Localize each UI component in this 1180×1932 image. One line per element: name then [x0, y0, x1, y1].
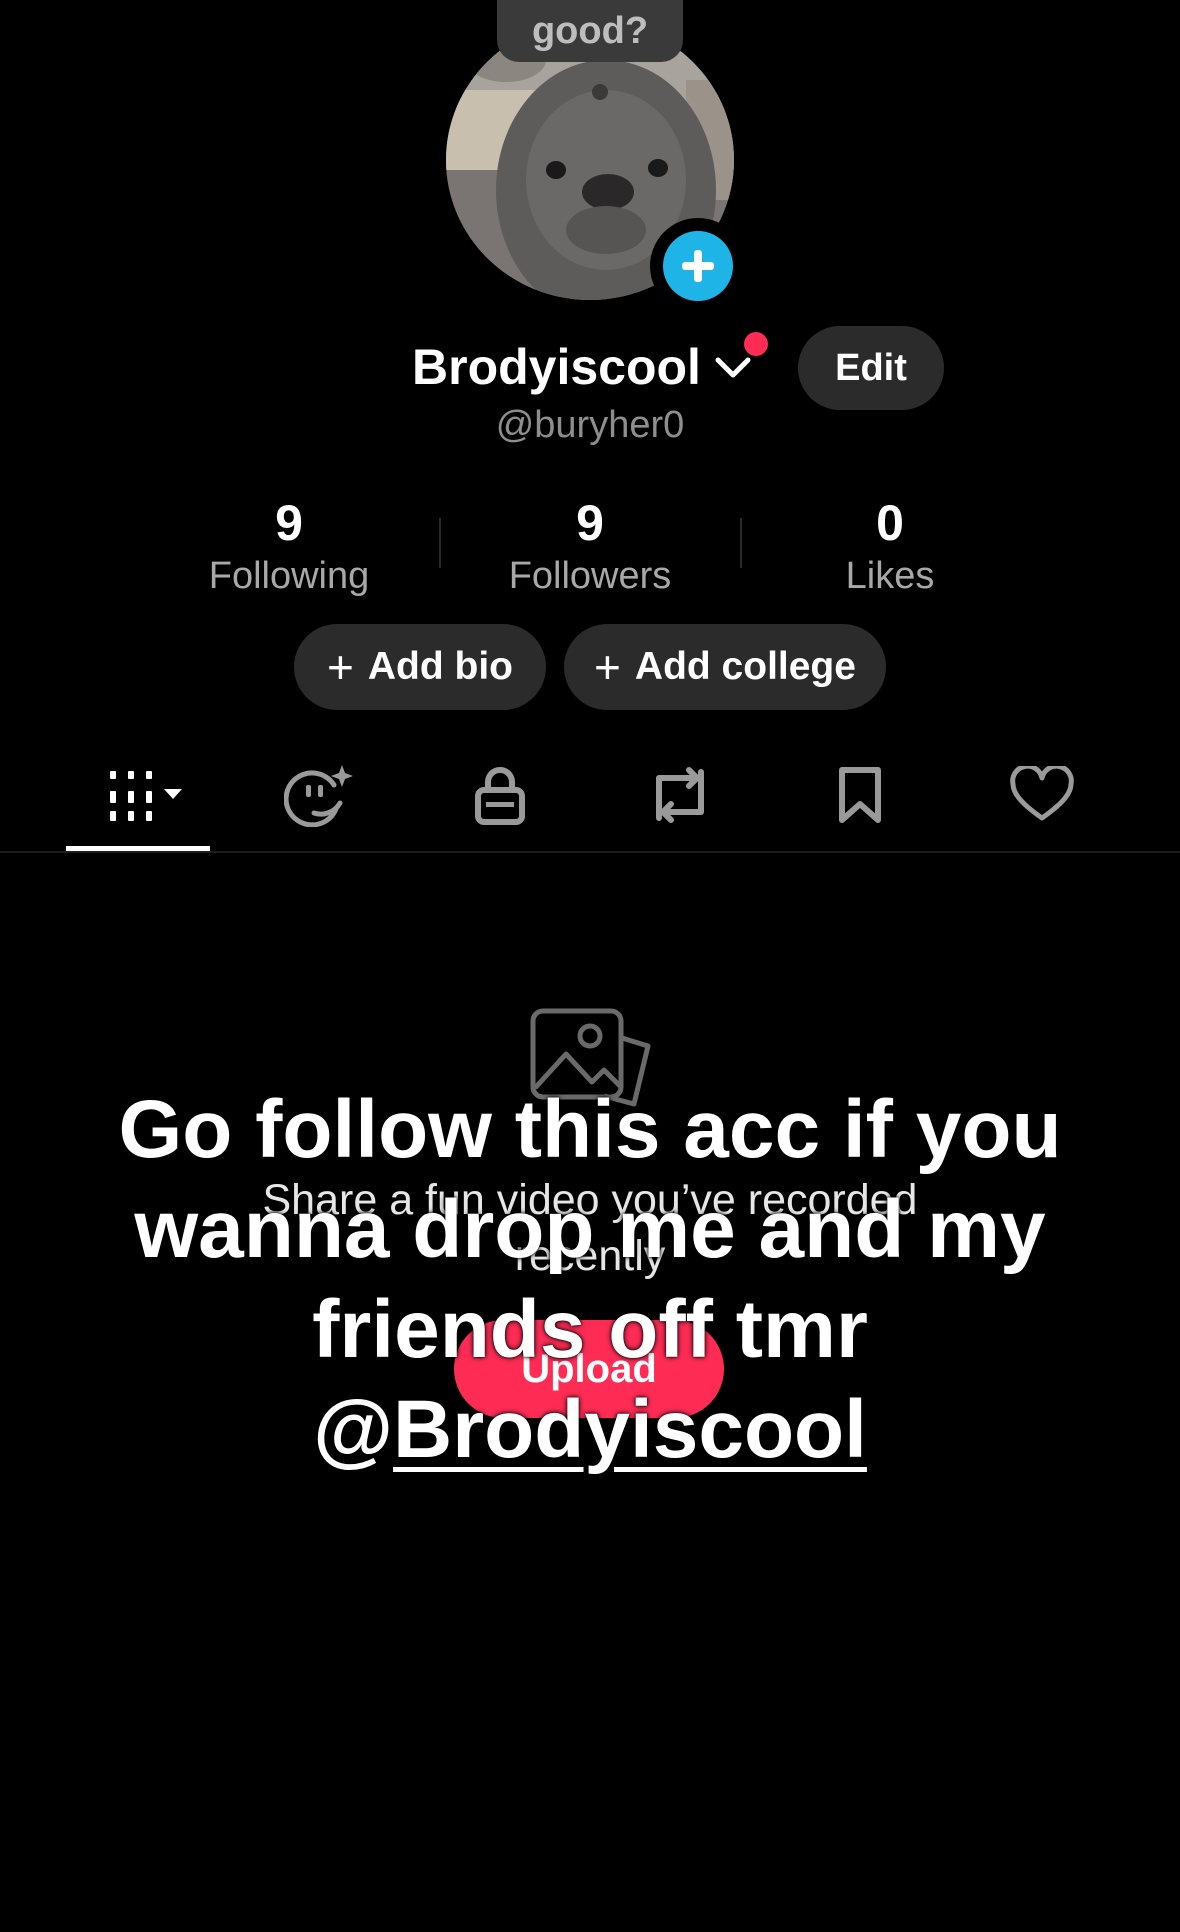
- add-college-label: Add college: [634, 645, 856, 688]
- plus-icon: +: [326, 641, 354, 693]
- note-bubble[interactable]: good?: [497, 0, 683, 62]
- caption-mention[interactable]: @Brodyiscool: [90, 1380, 1090, 1480]
- mention-prefix: @: [313, 1384, 394, 1475]
- repost-icon: [656, 767, 704, 823]
- caption-line: Go follow this acc if you: [118, 1084, 1062, 1175]
- face-sparkle-icon: [284, 765, 353, 827]
- stat-following[interactable]: 9 Following: [139, 494, 439, 600]
- stat-followers[interactable]: 9 Followers: [440, 494, 740, 600]
- tab-liked[interactable]: [982, 760, 1102, 830]
- overlay-caption: Go follow this acc if you wanna drop me …: [90, 1080, 1090, 1480]
- tab-ai-self[interactable]: [260, 760, 380, 830]
- notification-dot: [744, 332, 768, 356]
- note-bubble-tail: [592, 84, 608, 100]
- chevron-down-icon[interactable]: [712, 350, 754, 384]
- mention-name[interactable]: Brodyiscool: [393, 1384, 867, 1475]
- plus-icon: [682, 250, 714, 282]
- lock-icon: [475, 767, 525, 825]
- add-college-button[interactable]: + Add college: [564, 624, 886, 710]
- stat-value: 0: [876, 495, 904, 551]
- bookmark-icon: [839, 767, 881, 823]
- stat-likes[interactable]: 0 Likes: [740, 494, 1040, 600]
- tabs-divider: [0, 851, 1180, 853]
- caption-line: friends off tmr: [312, 1284, 868, 1375]
- stat-label: Likes: [845, 555, 935, 597]
- add-bio-label: Add bio: [367, 645, 513, 688]
- display-name[interactable]: Brodyiscool: [412, 334, 701, 400]
- heart-icon: [1010, 766, 1074, 821]
- edit-profile-button[interactable]: Edit: [798, 326, 944, 410]
- tab-reposts[interactable]: [620, 760, 740, 830]
- stat-label: Followers: [508, 555, 672, 597]
- tab-favorites[interactable]: [800, 760, 920, 830]
- stat-value: 9: [275, 495, 303, 551]
- tab-private[interactable]: [440, 760, 560, 830]
- caption-line: wanna drop me and my: [134, 1184, 1046, 1275]
- add-bio-button[interactable]: + Add bio: [294, 624, 546, 710]
- stat-label: Following: [208, 555, 370, 597]
- grid-icon: [110, 771, 182, 821]
- plus-icon: +: [594, 641, 621, 693]
- tab-videos[interactable]: [78, 760, 198, 830]
- username-handle: @buryher0: [495, 404, 685, 446]
- add-avatar-button[interactable]: [650, 218, 746, 314]
- stat-value: 9: [576, 495, 604, 551]
